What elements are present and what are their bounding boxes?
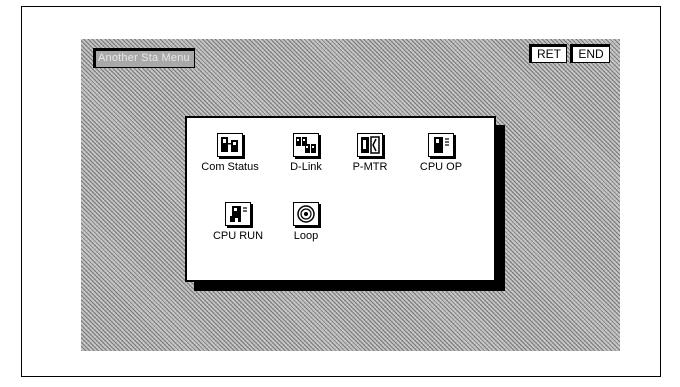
end-button[interactable]: END (570, 44, 610, 63)
screen-title: Another Sta Menu (93, 48, 195, 68)
menu-label-com-status: Com Status (201, 161, 259, 173)
cpu-run-icon (225, 202, 251, 226)
loop-icon (293, 202, 319, 226)
menu-item-d-link[interactable]: D-Link (283, 133, 329, 173)
menu-label-p-mtr: P-MTR (352, 161, 388, 173)
menu-panel: Com Status D-Link P-MTR CPU OP CPU RUN L… (185, 116, 496, 282)
menu-label-d-link: D-Link (290, 161, 322, 173)
com-status-icon (217, 133, 243, 157)
menu-label-cpu-run: CPU RUN (212, 230, 264, 242)
menu-label-loop: Loop (293, 230, 319, 242)
menu-item-cpu-run[interactable]: CPU RUN (205, 202, 271, 242)
p-mtr-icon (357, 133, 383, 157)
d-link-icon (293, 133, 319, 157)
menu-item-cpu-op[interactable]: CPU OP (413, 133, 469, 173)
menu-item-loop[interactable]: Loop (283, 202, 329, 242)
menu-item-p-mtr[interactable]: P-MTR (347, 133, 393, 173)
menu-item-com-status[interactable]: Com Status (197, 133, 263, 173)
cpu-op-icon (428, 133, 454, 157)
ret-button[interactable]: RET (529, 44, 567, 63)
menu-label-cpu-op: CPU OP (419, 161, 463, 173)
